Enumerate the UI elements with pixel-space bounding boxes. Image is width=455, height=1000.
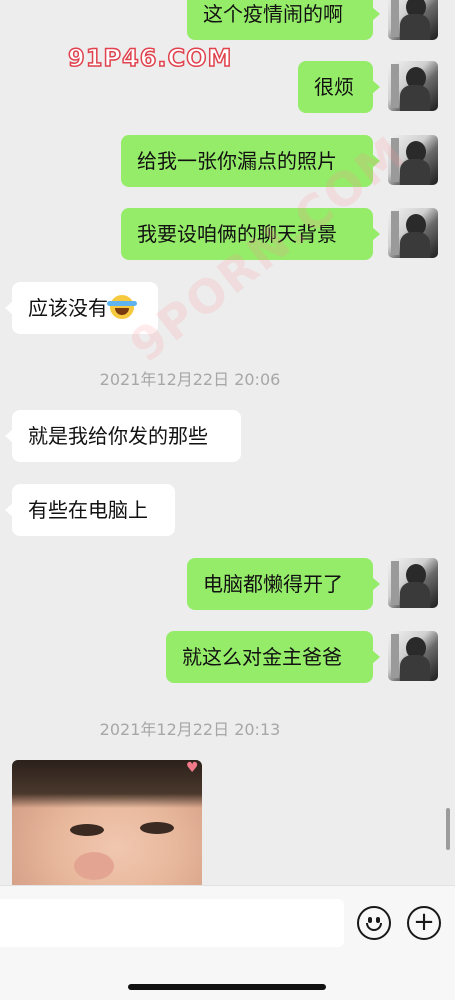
heart-icon: ♥ xyxy=(186,760,199,776)
message-bubble-incoming[interactable]: 有些在电脑上 xyxy=(5,484,175,536)
message-text: 就这么对金主爸爸 xyxy=(182,645,342,669)
chat-area[interactable]: 这个疫情闹的啊 91P46.COM 很烦 给我一张你漏点的照片 我要设咱俩的聊天… xyxy=(0,0,455,885)
input-bar: + xyxy=(0,885,455,1000)
message-text: 这个疫情闹的啊 xyxy=(203,2,343,26)
timestamp: 2021年12月22日 20:13 xyxy=(99,720,281,739)
message-bubble-incoming[interactable]: 就是我给你发的那些 xyxy=(5,410,241,462)
message-input[interactable] xyxy=(0,899,344,947)
avatar[interactable] xyxy=(388,208,438,258)
photo-hair xyxy=(12,760,202,808)
photo-nose xyxy=(74,852,114,880)
message-text: 有些在电脑上 xyxy=(28,498,148,522)
photo-eye xyxy=(140,822,174,834)
avatar[interactable] xyxy=(388,0,438,40)
avatar[interactable] xyxy=(388,558,438,608)
home-indicator[interactable] xyxy=(128,984,326,990)
message-text: 电脑都懒得开了 xyxy=(203,572,343,596)
image-message[interactable] xyxy=(12,760,202,885)
message-text: 就是我给你发的那些 xyxy=(28,424,208,448)
message-bubble-outgoing[interactable]: 这个疫情闹的啊 xyxy=(187,0,380,40)
watermark-logo: 91P46.COM xyxy=(67,43,233,73)
plus-icon[interactable]: + xyxy=(407,906,441,940)
emoji-icon[interactable] xyxy=(357,906,391,940)
message-text: 很烦 xyxy=(314,75,354,99)
avatar[interactable] xyxy=(388,631,438,681)
avatar[interactable] xyxy=(388,61,438,111)
message-bubble-outgoing[interactable]: 很烦 xyxy=(298,61,380,113)
message-text: 应该没有 xyxy=(28,296,108,320)
photo-eye xyxy=(70,824,104,836)
message-text: 给我一张你漏点的照片 xyxy=(137,149,337,173)
message-bubble-outgoing[interactable]: 电脑都懒得开了 xyxy=(187,558,380,610)
scrollbar[interactable] xyxy=(446,808,450,850)
laughing-tears-emoji-icon xyxy=(107,295,137,319)
message-bubble-outgoing[interactable]: 就这么对金主爸爸 xyxy=(166,631,380,683)
timestamp: 2021年12月22日 20:06 xyxy=(99,370,281,389)
